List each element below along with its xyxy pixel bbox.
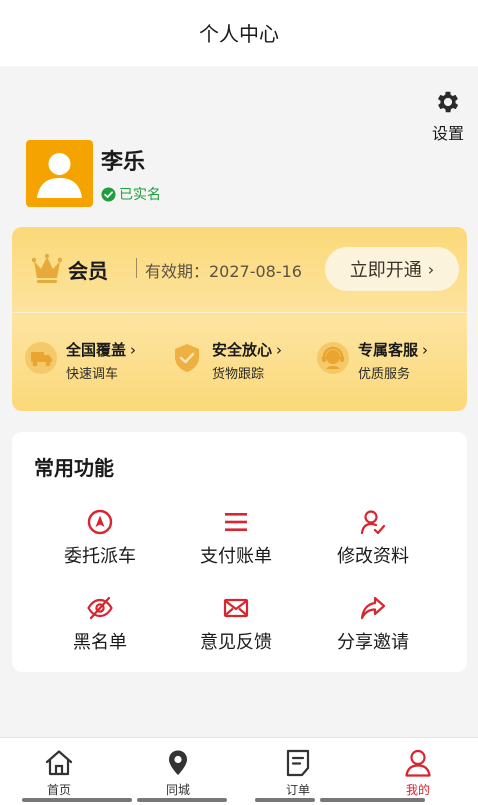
perk-subtitle: 快速调车 <box>66 367 119 382</box>
home-indicator <box>137 798 227 802</box>
perk-title: 专属客服 <box>358 341 419 359</box>
user-edit-icon <box>360 510 386 535</box>
membership-divider-line <box>12 312 467 313</box>
home-indicator <box>255 798 315 802</box>
func-edit-profile[interactable]: 修改资料 <box>308 508 438 568</box>
crown-icon <box>32 253 62 283</box>
tab-same-city[interactable]: 同城 <box>138 748 218 798</box>
perk-title: 安全放心 <box>212 341 273 359</box>
tab-label: 同城 <box>165 783 190 797</box>
avatar[interactable] <box>26 140 93 207</box>
profile-section[interactable]: 李乐 已实名 <box>26 140 161 207</box>
truck-icon <box>25 342 57 374</box>
order-document-icon <box>286 749 310 777</box>
chevron-right-icon: › <box>130 341 137 359</box>
mail-icon <box>223 598 249 618</box>
open-membership-button[interactable]: 立即开通 › <box>325 247 459 291</box>
settings-button[interactable]: 设置 <box>428 88 468 144</box>
verified-badge: 已实名 <box>101 184 161 204</box>
page-title: 个人中心 <box>199 21 279 46</box>
perk-customer-service[interactable]: 专属客服 › 优质服务 <box>316 339 428 382</box>
user-icon <box>405 749 431 777</box>
tab-mine[interactable]: 我的 <box>378 748 458 798</box>
tab-label: 订单 <box>285 783 310 797</box>
perk-safety[interactable]: 安全放心 › 货物跟踪 <box>170 339 282 382</box>
func-dispatch-vehicle[interactable]: 委托派车 <box>35 508 165 568</box>
func-label: 修改资料 <box>337 546 409 567</box>
membership-title: 会员 <box>68 259 108 283</box>
chevron-right-icon: › <box>427 259 435 279</box>
func-label: 意见反馈 <box>200 632 272 653</box>
perk-title: 全国覆盖 <box>66 341 127 359</box>
func-blacklist[interactable]: 黑名单 <box>35 594 165 654</box>
location-pin-icon <box>169 750 187 775</box>
tab-home[interactable]: 首页 <box>19 748 99 798</box>
tab-label: 我的 <box>405 783 430 797</box>
func-label: 支付账单 <box>200 546 272 567</box>
user-name: 李乐 <box>101 150 146 175</box>
perk-nationwide[interactable]: 全国覆盖 › 快速调车 <box>24 339 136 382</box>
navigation-icon <box>87 509 113 535</box>
chevron-right-icon: › <box>422 341 429 359</box>
default-avatar-icon <box>37 153 82 198</box>
settings-label: 设置 <box>431 124 464 143</box>
open-membership-label: 立即开通 <box>349 260 422 281</box>
func-pay-bill[interactable]: 支付账单 <box>171 508 301 568</box>
section-title: 常用功能 <box>34 456 114 480</box>
chevron-right-icon: › <box>276 341 283 359</box>
func-label: 黑名单 <box>73 632 127 653</box>
membership-card: 会员 有效期：2027-08-16 立即开通 › 全国覆盖 › 快速调车 安全放心… <box>12 227 467 411</box>
home-indicator <box>320 798 425 802</box>
perk-subtitle: 优质服务 <box>358 367 411 382</box>
shield-check-icon <box>175 344 199 372</box>
func-feedback[interactable]: 意见反馈 <box>171 594 301 654</box>
menu-lines-icon <box>225 513 247 531</box>
home-icon <box>45 750 73 776</box>
perk-subtitle: 货物跟踪 <box>212 367 265 382</box>
tab-label: 首页 <box>46 783 71 797</box>
func-label: 委托派车 <box>64 546 136 567</box>
customer-service-icon <box>317 342 349 374</box>
home-indicator <box>22 798 132 802</box>
membership-expiry: 有效期：2027-08-16 <box>145 262 302 281</box>
eye-off-icon <box>87 596 113 620</box>
bottom-tab-bar: 首页 同城 订单 我的 <box>0 737 478 805</box>
check-circle-icon <box>101 186 116 202</box>
tab-orders[interactable]: 订单 <box>258 748 338 798</box>
func-label: 分享邀请 <box>337 632 409 653</box>
common-functions-card: 常用功能 委托派车 支付账单 修改资料 黑名单 意见反馈 分享邀请 <box>12 432 467 672</box>
func-share-invite[interactable]: 分享邀请 <box>308 594 438 654</box>
top-nav-bar: 个人中心 <box>0 0 478 66</box>
share-arrow-icon <box>360 596 386 620</box>
membership-divider <box>136 258 137 278</box>
verified-label: 已实名 <box>119 187 161 203</box>
gear-icon <box>437 91 459 113</box>
